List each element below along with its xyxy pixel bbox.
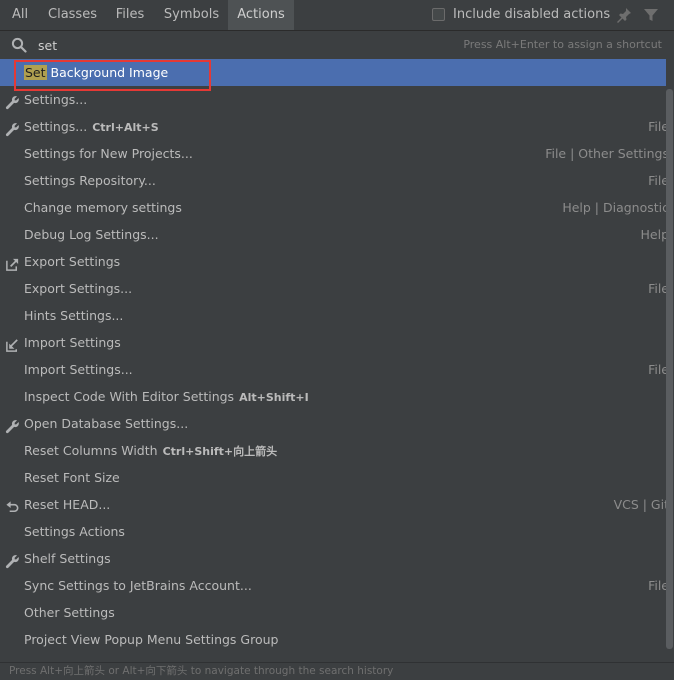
result-label: Other Settings [24, 599, 115, 626]
result-label: Export Settings... [24, 275, 132, 302]
result-label-text: Reset Columns Width [24, 443, 158, 458]
result-row[interactable]: Settings Actions [0, 518, 666, 545]
result-label-text: Export Settings [24, 254, 121, 269]
result-label-text: Settings... [24, 119, 88, 134]
result-label: Import Settings [24, 329, 121, 356]
result-label-text: Reset HEAD... [24, 497, 111, 512]
result-row[interactable]: Export Settings... File [0, 275, 669, 302]
result-label-text: Import Settings... [24, 362, 133, 377]
result-label-text: Open Database Settings... [24, 416, 189, 431]
result-label: Inspect Code With Editor Settings Alt+Shi… [24, 383, 309, 411]
scrollbar-thumb[interactable] [666, 89, 673, 649]
tab-bar: All Classes Files Symbols Actions Includ… [0, 0, 674, 31]
result-row[interactable]: Open Database Settings... [0, 410, 666, 437]
result-label-text: Inspect Code With Editor Settings [24, 389, 235, 404]
result-row[interactable]: Settings Repository... File [0, 167, 669, 194]
result-label: Project View Popup Menu Settings Group [24, 626, 278, 653]
result-row[interactable]: Sync Settings to JetBrains Account... Fil… [0, 572, 669, 599]
result-label: Settings Actions [24, 518, 125, 545]
result-row[interactable]: Reset HEAD... VCS | Git [0, 491, 669, 518]
tab-all[interactable]: All [0, 0, 40, 30]
wrench-icon [5, 92, 20, 110]
result-label: Settings for New Projects... [24, 140, 193, 167]
result-shortcut: Alt+Shift+I [239, 391, 309, 404]
result-label-text: Project View Popup Menu Settings Group [24, 632, 279, 647]
tab-actions[interactable]: Actions [228, 0, 294, 30]
result-label-text: Settings... [24, 92, 88, 107]
result-label: Export Settings [24, 248, 120, 275]
result-row[interactable]: Shelf Settings [0, 545, 666, 572]
result-row[interactable]: Reset Columns Width Ctrl+Shift+向上箭头 [0, 437, 666, 464]
tab-classes[interactable]: Classes [40, 0, 105, 30]
result-label: Debug Log Settings... [24, 221, 159, 248]
search-icon [11, 37, 27, 53]
result-label: Open Database Settings... [24, 410, 188, 437]
result-label-text: Other Settings [24, 605, 115, 620]
result-row[interactable]: Settings... Ctrl+Alt+S File [0, 113, 669, 141]
result-label-text: Reset Font Size [24, 470, 120, 485]
result-label: Reset HEAD... [24, 491, 110, 518]
result-group: VCS | Git [613, 497, 669, 512]
include-disabled-checkbox[interactable] [432, 8, 445, 21]
footer-hint: Press Alt+向上箭头 or Alt+向下箭头 to navigate t… [9, 665, 394, 677]
result-row[interactable]: Import Settings... File [0, 356, 669, 383]
result-row[interactable]: Reset Font Size [0, 464, 666, 491]
export-icon [5, 254, 20, 271]
result-row[interactable]: Settings for New Projects... File | Other… [0, 140, 669, 167]
tab-files[interactable]: Files [105, 0, 155, 30]
result-label-text: Shelf Settings [24, 551, 111, 566]
result-row[interactable]: Import Settings [0, 329, 666, 356]
result-label: Reset Font Size [24, 464, 120, 491]
result-label: Import Settings... [24, 356, 133, 383]
result-row[interactable]: Change memory settings Help | Diagnostic [0, 194, 669, 221]
result-label-text: Debug Log Settings... [24, 227, 159, 242]
results-list: Set Background Image Settings... Settings.… [0, 59, 674, 662]
result-row[interactable]: Export Settings [0, 248, 666, 275]
wrench-icon [5, 416, 20, 434]
pin-icon[interactable] [616, 7, 632, 23]
result-group: File | Other Settings [545, 146, 669, 161]
undo-icon [5, 497, 20, 513]
result-label: Reset Columns Width Ctrl+Shift+向上箭头 [24, 437, 277, 465]
result-label-text: Export Settings... [24, 281, 133, 296]
footer-status: Press Alt+向上箭头 or Alt+向下箭头 to navigate t… [0, 662, 674, 680]
wrench-icon [5, 551, 20, 569]
result-label: Shelf Settings [24, 545, 111, 572]
include-disabled-label[interactable]: Include disabled actions [453, 0, 610, 30]
result-group: Help | Diagnostic [562, 200, 669, 215]
result-label: Hints Settings... [24, 302, 123, 329]
highlight-callout-box [14, 60, 211, 91]
result-row[interactable]: Project View Popup Menu Settings Group [0, 626, 666, 653]
result-group: Help [640, 227, 670, 242]
wrench-icon [5, 119, 20, 137]
result-row[interactable]: Other Settings [0, 599, 666, 626]
result-label: Settings Repository... [24, 167, 156, 194]
result-label-text: Settings Actions [24, 524, 125, 539]
scrollbar[interactable] [666, 59, 674, 662]
result-row[interactable]: Debug Log Settings... Help [0, 221, 669, 248]
filter-icon[interactable] [643, 7, 659, 23]
result-label-text: Hints Settings... [24, 308, 124, 323]
assign-shortcut-hint: Press Alt+Enter to assign a shortcut [463, 38, 662, 51]
result-label-text: Change memory settings [24, 200, 182, 215]
import-icon [5, 335, 20, 352]
result-label: Sync Settings to JetBrains Account... [24, 572, 252, 599]
search-bar: Press Alt+Enter to assign a shortcut [0, 31, 674, 59]
result-label-text: Settings for New Projects... [24, 146, 193, 161]
tab-symbols[interactable]: Symbols [155, 0, 228, 30]
search-input[interactable] [38, 35, 458, 55]
result-shortcut: Ctrl+Shift+向上箭头 [162, 445, 278, 458]
result-label: Settings... Ctrl+Alt+S [24, 113, 159, 141]
result-shortcut: Ctrl+Alt+S [92, 121, 159, 134]
result-row[interactable]: Hints Settings... [0, 302, 666, 329]
result-label: Change memory settings [24, 194, 182, 221]
result-label-text: Sync Settings to JetBrains Account... [24, 578, 252, 593]
result-label-text: Settings Repository... [24, 173, 156, 188]
result-label-text: Import Settings [24, 335, 121, 350]
result-row[interactable]: Inspect Code With Editor Settings Alt+Shi… [0, 383, 666, 410]
